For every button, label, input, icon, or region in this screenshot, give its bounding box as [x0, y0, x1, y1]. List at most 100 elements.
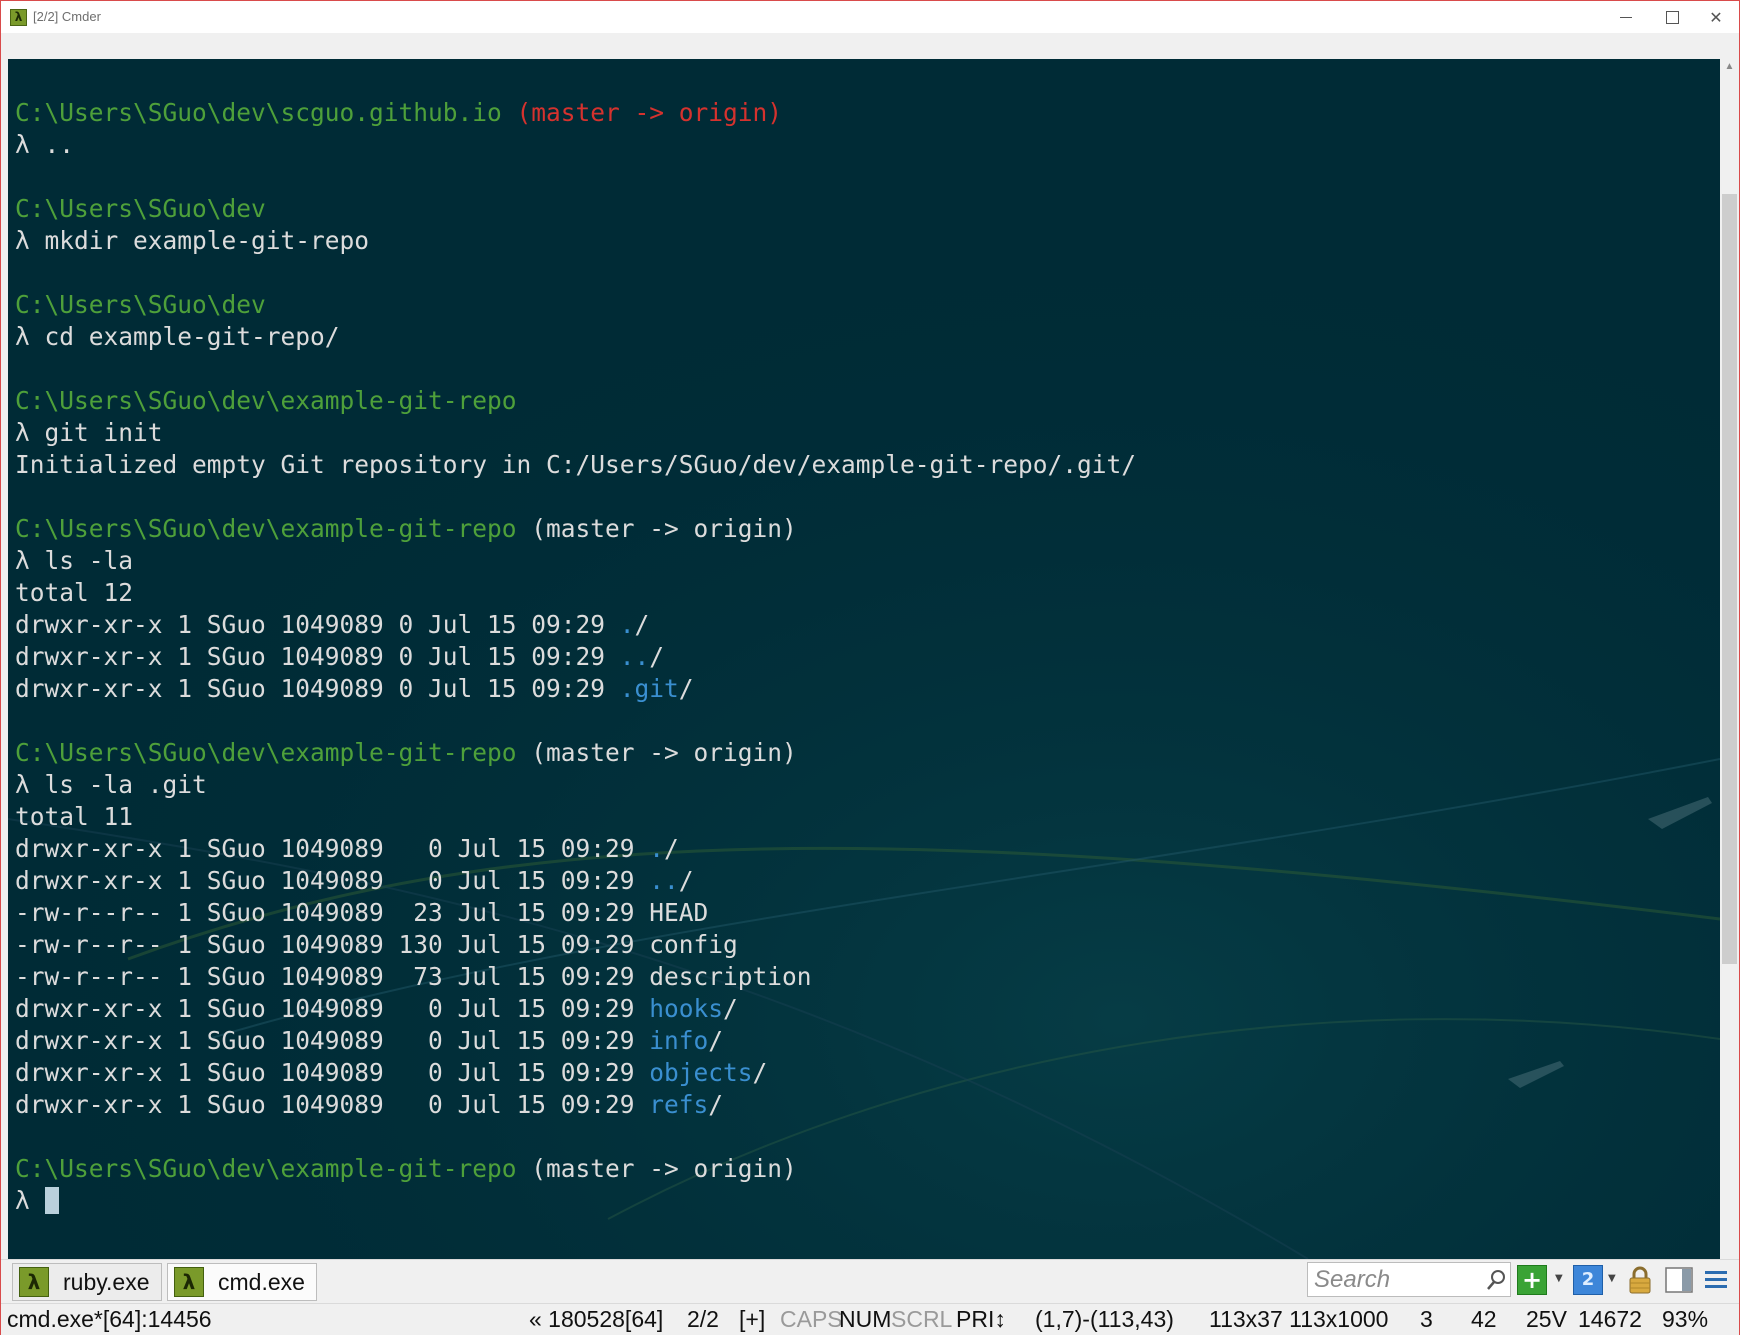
console-text-segment: drwxr-xr-x 1 SGuo 1049089 0 Jul 15 09:29 [15, 834, 650, 863]
window-title: [2/2] Cmder [33, 9, 101, 24]
console-text-segment: (master -> origin) [516, 1154, 797, 1183]
console-line: λ .. [15, 129, 1136, 161]
console-line: drwxr-xr-x 1 SGuo 1049089 0 Jul 15 09:29… [15, 609, 1136, 641]
minimize-button[interactable] [1603, 1, 1649, 33]
status-buffer[interactable]: « 180528[64] [529, 1306, 663, 1333]
console-text-segment: λ [15, 1186, 45, 1215]
status-console-index[interactable]: 2/2 [687, 1306, 719, 1333]
console-area[interactable]: C:\Users\SGuo\dev\scguo.github.io (maste… [8, 59, 1720, 1259]
console-text-segment: drwxr-xr-x 1 SGuo 1049089 0 Jul 15 09:29 [15, 610, 620, 639]
status-process[interactable]: cmd.exe*[64]:14456 [7, 1306, 212, 1333]
console-text-segment: drwxr-xr-x 1 SGuo 1049089 0 Jul 15 09:29 [15, 994, 650, 1023]
title-bar[interactable]: λ [2/2] Cmder ✕ [1, 1, 1739, 33]
console-line: C:\Users\SGuo\dev [15, 289, 1136, 321]
close-button[interactable]: ✕ [1693, 1, 1739, 33]
directory-name: info [649, 1026, 709, 1055]
search-box[interactable] [1307, 1262, 1511, 1297]
split-panel-icon [1665, 1267, 1693, 1293]
console-text-segment: / [708, 1090, 724, 1119]
directory-name: refs [649, 1090, 709, 1119]
lambda-icon: λ [174, 1267, 204, 1297]
console-text-segment: λ cd example-git-repo/ [15, 322, 340, 351]
maximize-button[interactable] [1649, 1, 1695, 33]
directory-name: .. [619, 642, 650, 671]
console-line: drwxr-xr-x 1 SGuo 1049089 0 Jul 15 09:29… [15, 641, 1136, 673]
console-text-segment: drwxr-xr-x 1 SGuo 1049089 0 Jul 15 09:29 [15, 1090, 650, 1119]
tab-ruby-exe[interactable]: λ ruby.exe [12, 1263, 162, 1301]
split-panel-button[interactable] [1663, 1263, 1695, 1297]
console-text-segment: (master -> origin) [501, 98, 783, 127]
status-size: 113x37 113x1000 [1209, 1306, 1389, 1332]
prompt-path: C:\Users\SGuo\dev\example-git-repo [15, 738, 517, 767]
search-icon[interactable] [1486, 1269, 1506, 1291]
console-text-segment: -rw-r--r-- 1 SGuo 1049089 130 Jul 15 09:… [15, 930, 738, 959]
console-line: C:\Users\SGuo\dev [15, 193, 1136, 225]
console-text-segment: / [634, 610, 650, 639]
console-line: drwxr-xr-x 1 SGuo 1049089 0 Jul 15 09:29… [15, 865, 1136, 897]
status-percent: 93% [1662, 1306, 1709, 1332]
console-number-button[interactable]: 2 [1573, 1265, 1603, 1295]
console-line: drwxr-xr-x 1 SGuo 1049089 0 Jul 15 09:29… [15, 673, 1136, 705]
lock-icon [1629, 1266, 1651, 1294]
console-line: C:\Users\SGuo\dev\scguo.github.io (maste… [15, 97, 1136, 129]
console-text-segment: / [664, 834, 679, 863]
console-text-segment: (master -> origin) [516, 738, 797, 767]
console-text-segment: / [678, 866, 694, 895]
status-voltage: 25V [1526, 1306, 1567, 1332]
console-text-segment: (master -> origin) [516, 514, 797, 543]
new-console-button[interactable]: + [1517, 1265, 1547, 1295]
console-line: λ mkdir example-git-repo [15, 225, 1136, 257]
search-input[interactable] [1314, 1265, 1474, 1294]
console-line: drwxr-xr-x 1 SGuo 1049089 0 Jul 15 09:29… [15, 1025, 1136, 1057]
console-text-segment: drwxr-xr-x 1 SGuo 1049089 0 Jul 15 09:29 [15, 1058, 650, 1087]
console-line: C:\Users\SGuo\dev\example-git-repo [15, 385, 1136, 417]
prompt-path: C:\Users\SGuo\dev\example-git-repo [15, 1154, 517, 1183]
console-text-segment: λ git init [15, 418, 163, 447]
status-plus[interactable]: [+] [739, 1306, 765, 1333]
console-line: -rw-r--r-- 1 SGuo 1049089 23 Jul 15 09:2… [15, 897, 1136, 929]
directory-name: hooks [649, 994, 724, 1023]
console-text-segment: drwxr-xr-x 1 SGuo 1049089 0 Jul 15 09:29 [15, 642, 620, 671]
lock-button[interactable] [1625, 1263, 1655, 1297]
tab-cmd-exe[interactable]: λ cmd.exe [167, 1263, 317, 1301]
directory-name: . [619, 610, 635, 639]
tab-label: cmd.exe [218, 1268, 305, 1295]
chevron-down-icon[interactable]: ▼ [1608, 1273, 1616, 1284]
scroll-thumb[interactable] [1722, 194, 1737, 964]
status-value-2: 42 [1471, 1306, 1497, 1332]
console-text-segment: / [708, 1026, 724, 1055]
console-text-segment: / [723, 994, 738, 1023]
prompt-path: C:\Users\SGuo\dev [15, 194, 266, 223]
console-line: drwxr-xr-x 1 SGuo 1049089 0 Jul 15 09:29… [15, 1089, 1136, 1121]
prompt-path: C:\Users\SGuo\dev\example-git-repo [15, 514, 517, 543]
console-text-segment: drwxr-xr-x 1 SGuo 1049089 0 Jul 15 09:29 [15, 1026, 650, 1055]
text-cursor [44, 1187, 59, 1214]
status-caps: CAPS [780, 1306, 843, 1332]
prompt-path: C:\Users\SGuo\dev\example-git-repo [15, 386, 517, 415]
prompt-path: C:\Users\SGuo\dev [15, 290, 266, 319]
console-line: λ ls -la .git [15, 769, 1136, 801]
console-line: C:\Users\SGuo\dev\example-git-repo (mast… [15, 513, 1136, 545]
console-line: C:\Users\SGuo\dev\example-git-repo (mast… [15, 737, 1136, 769]
vertical-scrollbar[interactable]: ▲ [1720, 59, 1739, 1259]
status-selection: (1,7)-(113,43) [1035, 1306, 1174, 1332]
chevron-down-icon[interactable]: ▼ [1555, 1273, 1563, 1284]
menu-button[interactable] [1701, 1263, 1731, 1297]
prompt-path: C:\Users\SGuo\dev\scguo.github.io [15, 98, 502, 127]
hamburger-menu-icon [1705, 1271, 1727, 1288]
status-priority[interactable]: PRI↕ [956, 1306, 1006, 1333]
cmder-window: λ [2/2] Cmder ✕ C:\Users\SGuo\dev\scguo. [0, 0, 1740, 1335]
console-text-segment: / [752, 1058, 768, 1087]
console-text-segment: total 12 [15, 578, 134, 607]
status-bar: cmd.exe*[64]:14456 « 180528[64] 2/2 [+] … [1, 1303, 1739, 1335]
status-value-1: 3 [1420, 1306, 1433, 1332]
directory-name: objects [649, 1058, 753, 1087]
scroll-up-arrow-icon[interactable]: ▲ [1720, 59, 1739, 75]
console-text-segment: λ .. [15, 130, 75, 159]
console-text-segment: -rw-r--r-- 1 SGuo 1049089 73 Jul 15 09:2… [15, 962, 812, 991]
console-line: C:\Users\SGuo\dev\example-git-repo (mast… [15, 1153, 1136, 1185]
